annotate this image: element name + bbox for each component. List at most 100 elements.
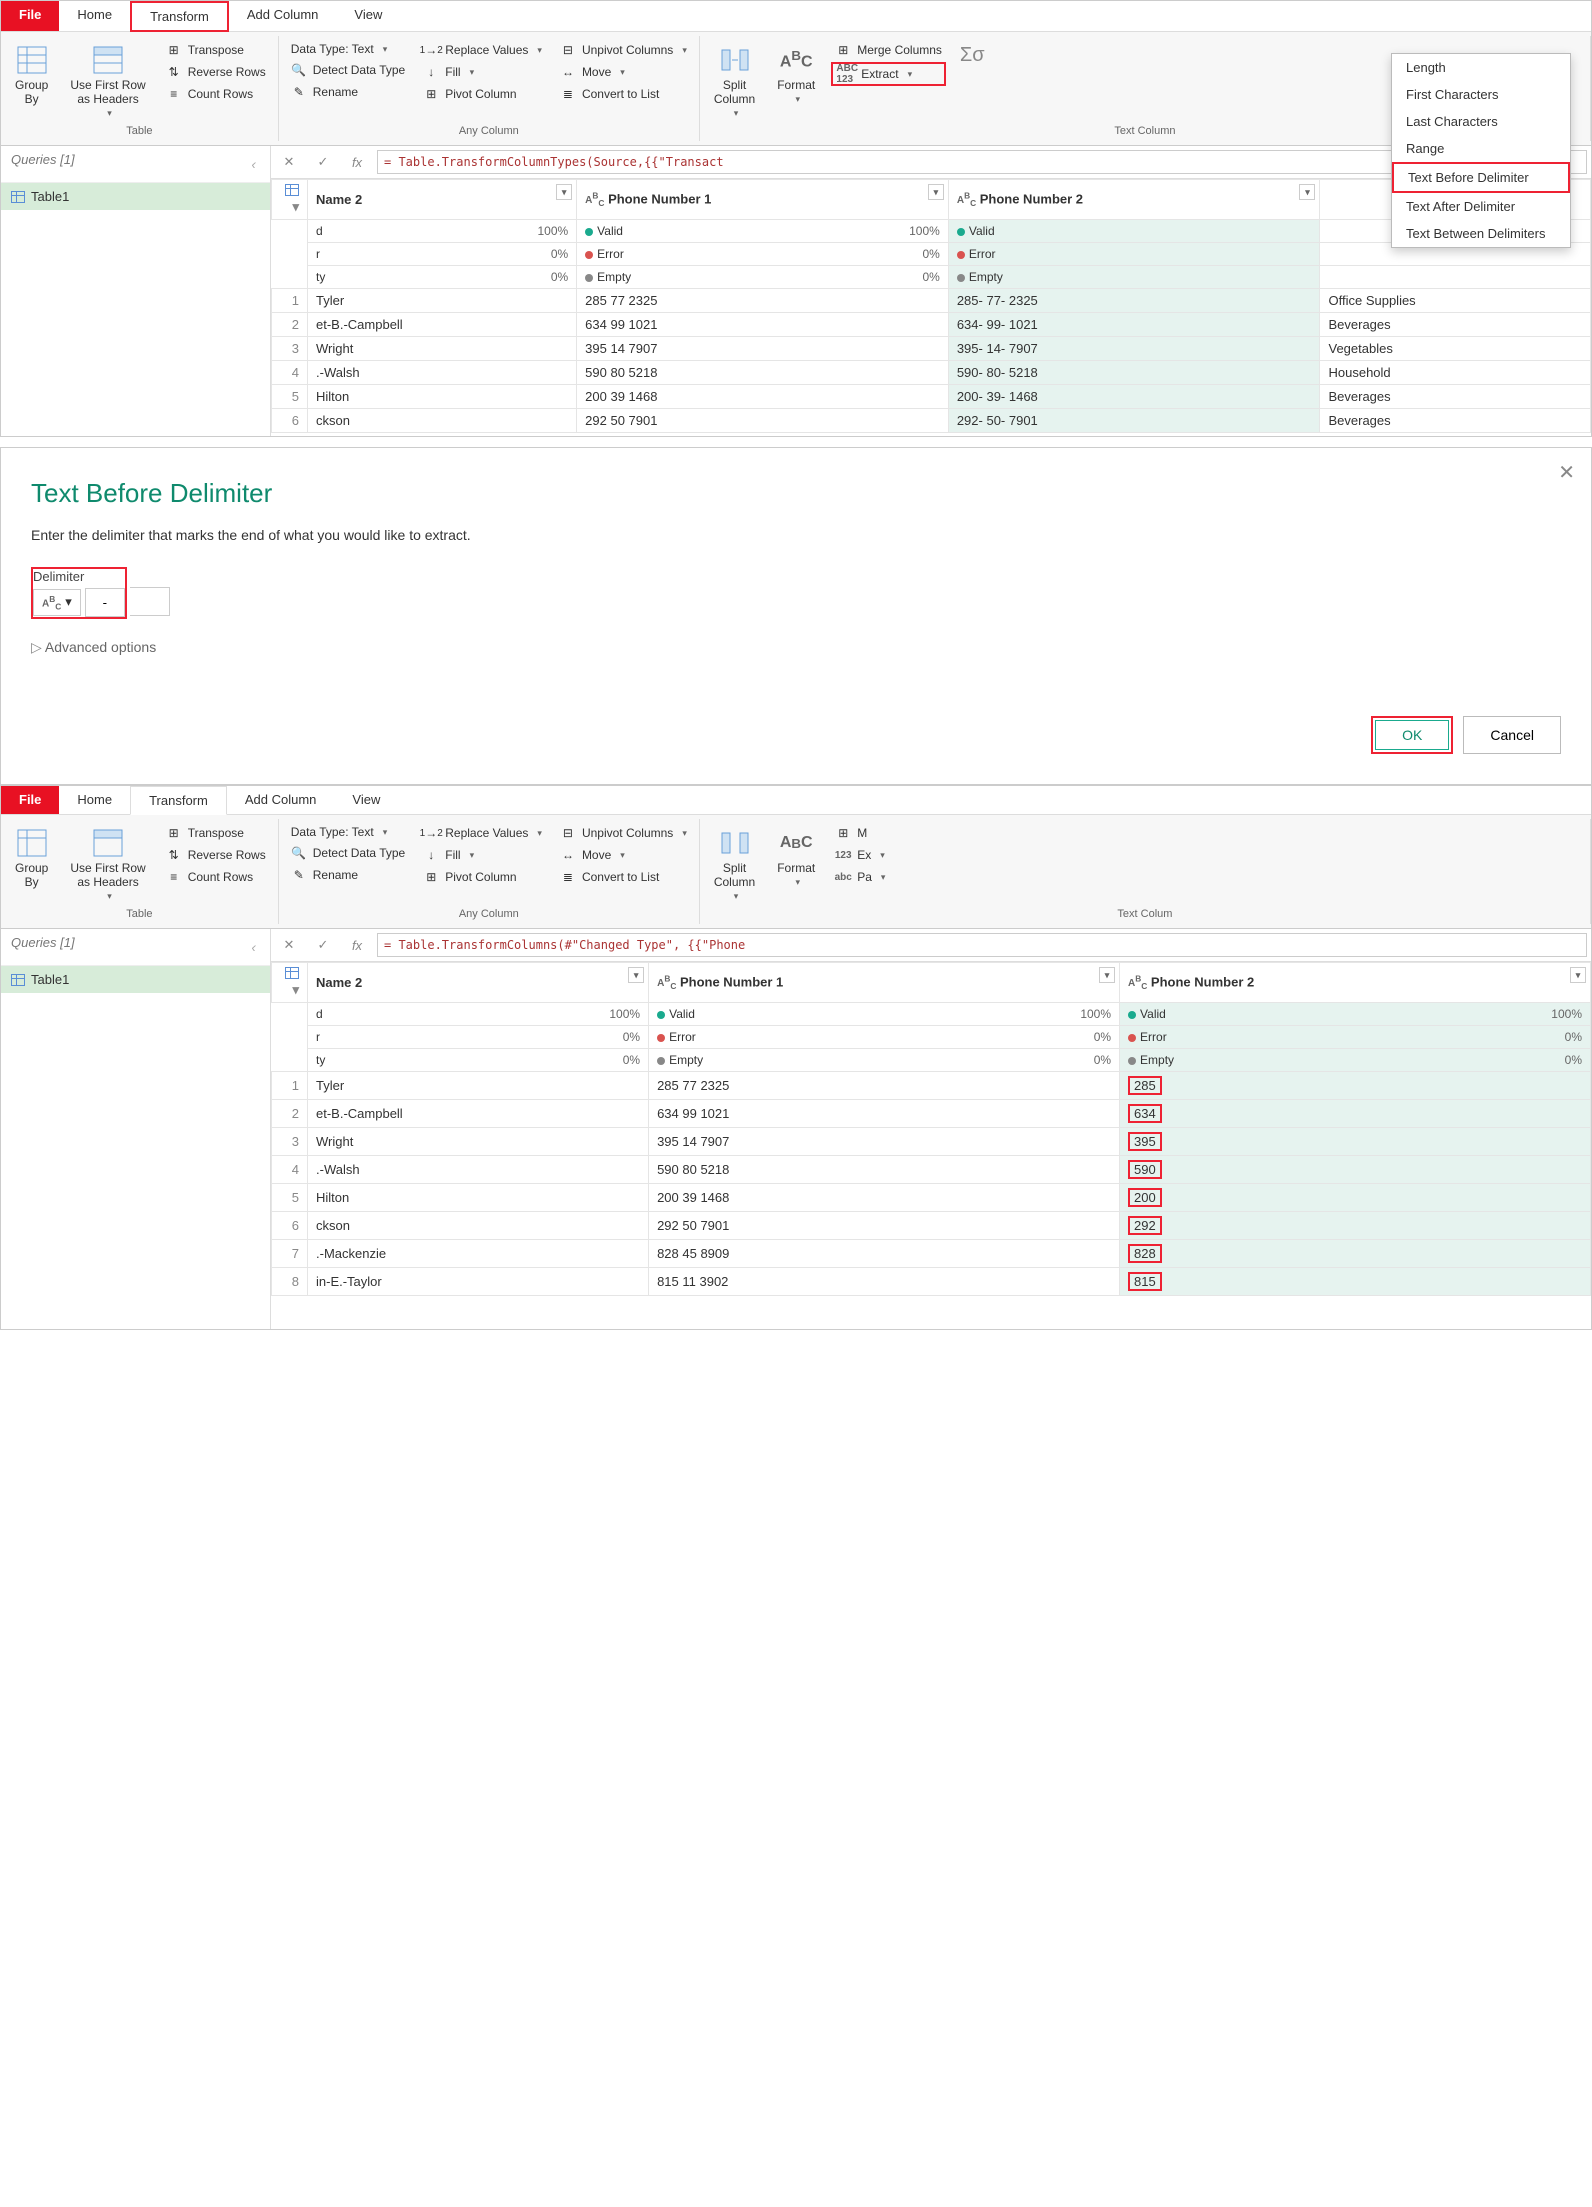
rename-button[interactable]: ✎Rename — [287, 82, 410, 102]
cell-name[interactable]: .-Walsh — [308, 1156, 649, 1184]
cell-phone1[interactable]: 395 14 7907 — [649, 1128, 1120, 1156]
menu-text-between-delimiters[interactable]: Text Between Delimiters — [1392, 220, 1570, 247]
row-number[interactable]: 1 — [272, 1072, 308, 1100]
file-tab[interactable]: File — [1, 1, 59, 31]
cell-name[interactable]: ckson — [308, 409, 577, 433]
fx-icon[interactable]: fx — [343, 150, 371, 174]
split-column-button[interactable]: Split Column — [708, 823, 761, 906]
use-first-row-button[interactable]: Use First Row as Headers — [64, 823, 151, 906]
cell-name[interactable]: Tyler — [308, 289, 577, 313]
query-table1[interactable]: Table1 — [1, 966, 270, 993]
cell-name[interactable]: .-Walsh — [308, 361, 577, 385]
cell-phone2[interactable]: 590- 80- 5218 — [948, 361, 1320, 385]
select-all-cell[interactable]: ▾ — [272, 963, 308, 1003]
advanced-options-toggle[interactable]: Advanced options — [31, 639, 1561, 656]
row-number[interactable]: 6 — [272, 409, 308, 433]
cell-name[interactable]: .-Mackenzie — [308, 1240, 649, 1268]
cell-phone2[interactable]: 634 — [1120, 1100, 1591, 1128]
menu-last-chars[interactable]: Last Characters — [1392, 108, 1570, 135]
convert-to-list-button[interactable]: ≣Convert to List — [556, 84, 691, 104]
rename-button[interactable]: ✎Rename — [287, 865, 410, 885]
cell-phone1[interactable]: 590 80 5218 — [577, 361, 949, 385]
filter-icon[interactable]: ▾ — [928, 184, 944, 200]
addcolumn-tab[interactable]: Add Column — [229, 1, 337, 31]
cell-phone1[interactable]: 285 77 2325 — [577, 289, 949, 313]
ok-button[interactable]: OK — [1375, 720, 1449, 750]
delimiter-input[interactable] — [85, 588, 125, 617]
cell-phone2[interactable]: 292- 50- 7901 — [948, 409, 1320, 433]
row-number[interactable]: 2 — [272, 1100, 308, 1128]
fill-button[interactable]: ↓Fill — [419, 62, 546, 82]
move-button[interactable]: ↔Move — [556, 845, 691, 865]
fx-icon[interactable]: fx — [343, 933, 371, 957]
cell-phone1[interactable]: 292 50 7901 — [649, 1212, 1120, 1240]
cancel-button[interactable]: Cancel — [1463, 716, 1561, 754]
row-number[interactable]: 5 — [272, 385, 308, 409]
group-by-button[interactable]: Group By — [9, 823, 54, 906]
query-table1[interactable]: Table1 — [1, 183, 270, 210]
accept-formula-icon[interactable]: ✓ — [309, 150, 337, 174]
convert-to-list-button[interactable]: ≣Convert to List — [556, 867, 691, 887]
col-phone1[interactable]: ABC Phone Number 1▾ — [649, 963, 1120, 1003]
view-tab[interactable]: View — [334, 786, 398, 814]
merge-columns-button[interactable]: ⊞Merge Columns — [831, 40, 946, 60]
cell-name[interactable]: Hilton — [308, 385, 577, 409]
use-first-row-button[interactable]: Use First Row as Headers — [64, 40, 151, 123]
cell-phone2[interactable]: 828 — [1120, 1240, 1591, 1268]
cell-phone1[interactable]: 285 77 2325 — [649, 1072, 1120, 1100]
cell-category[interactable]: Office Supplies — [1320, 289, 1591, 313]
col-phone2[interactable]: ABC Phone Number 2▾ — [1120, 963, 1591, 1003]
transform-tab[interactable]: Transform — [130, 786, 227, 815]
count-rows-button[interactable]: ≡Count Rows — [162, 867, 270, 887]
row-number[interactable]: 7 — [272, 1240, 308, 1268]
pivot-column-button[interactable]: ⊞Pivot Column — [419, 84, 546, 104]
detect-data-type-button[interactable]: 🔍Detect Data Type — [287, 60, 410, 80]
merge-columns-button[interactable]: ⊞M — [831, 823, 889, 843]
col-phone1[interactable]: ABC Phone Number 1▾ — [577, 180, 949, 220]
cell-category[interactable]: Beverages — [1320, 313, 1591, 337]
menu-range[interactable]: Range — [1392, 135, 1570, 162]
cell-name[interactable]: Wright — [308, 337, 577, 361]
row-number[interactable]: 8 — [272, 1268, 308, 1296]
accept-formula-icon[interactable]: ✓ — [309, 933, 337, 957]
parse-button[interactable]: abcPa — [831, 867, 889, 887]
row-number[interactable]: 4 — [272, 361, 308, 385]
cell-phone2[interactable]: 590 — [1120, 1156, 1591, 1184]
cell-category[interactable]: Household — [1320, 361, 1591, 385]
cell-phone1[interactable]: 395 14 7907 — [577, 337, 949, 361]
reverse-rows-button[interactable]: ⇅Reverse Rows — [162, 845, 270, 865]
cell-phone2[interactable]: 815 — [1120, 1268, 1591, 1296]
transform-tab[interactable]: Transform — [130, 1, 229, 32]
row-number[interactable]: 1 — [272, 289, 308, 313]
cell-category[interactable]: Vegetables — [1320, 337, 1591, 361]
row-number[interactable]: 5 — [272, 1184, 308, 1212]
cell-phone1[interactable]: 200 39 1468 — [577, 385, 949, 409]
col-phone2[interactable]: ABC Phone Number 2▾ — [948, 180, 1320, 220]
filter-icon[interactable]: ▾ — [1299, 184, 1315, 200]
cell-phone1[interactable]: 200 39 1468 — [649, 1184, 1120, 1212]
cell-phone1[interactable]: 634 99 1021 — [649, 1100, 1120, 1128]
cell-category[interactable]: Beverages — [1320, 385, 1591, 409]
cell-phone2[interactable]: 395 — [1120, 1128, 1591, 1156]
cancel-formula-icon[interactable]: ✕ — [275, 933, 303, 957]
cell-phone1[interactable]: 292 50 7901 — [577, 409, 949, 433]
col-name2[interactable]: Name 2▾ — [308, 963, 649, 1003]
cell-name[interactable]: ckson — [308, 1212, 649, 1240]
cell-phone2[interactable]: 200- 39- 1468 — [948, 385, 1320, 409]
close-dialog-icon[interactable]: ✕ — [1558, 460, 1575, 485]
col-name2[interactable]: Name 2▾ — [308, 180, 577, 220]
cell-name[interactable]: et-B.-Campbell — [308, 313, 577, 337]
split-column-button[interactable]: Split Column — [708, 40, 761, 123]
row-number[interactable]: 4 — [272, 1156, 308, 1184]
unpivot-button[interactable]: ⊟Unpivot Columns — [556, 40, 691, 60]
fill-button[interactable]: ↓Fill — [419, 845, 546, 865]
view-tab[interactable]: View — [336, 1, 400, 31]
menu-length[interactable]: Length — [1392, 54, 1570, 81]
formula-bar-input[interactable] — [377, 933, 1587, 957]
addcolumn-tab[interactable]: Add Column — [227, 786, 335, 814]
cell-name[interactable]: Tyler — [308, 1072, 649, 1100]
replace-values-button[interactable]: 1→2Replace Values — [419, 823, 546, 843]
menu-text-after-delimiter[interactable]: Text After Delimiter — [1392, 193, 1570, 220]
replace-values-button[interactable]: 1→2Replace Values — [419, 40, 546, 60]
detect-data-type-button[interactable]: 🔍Detect Data Type — [287, 843, 410, 863]
